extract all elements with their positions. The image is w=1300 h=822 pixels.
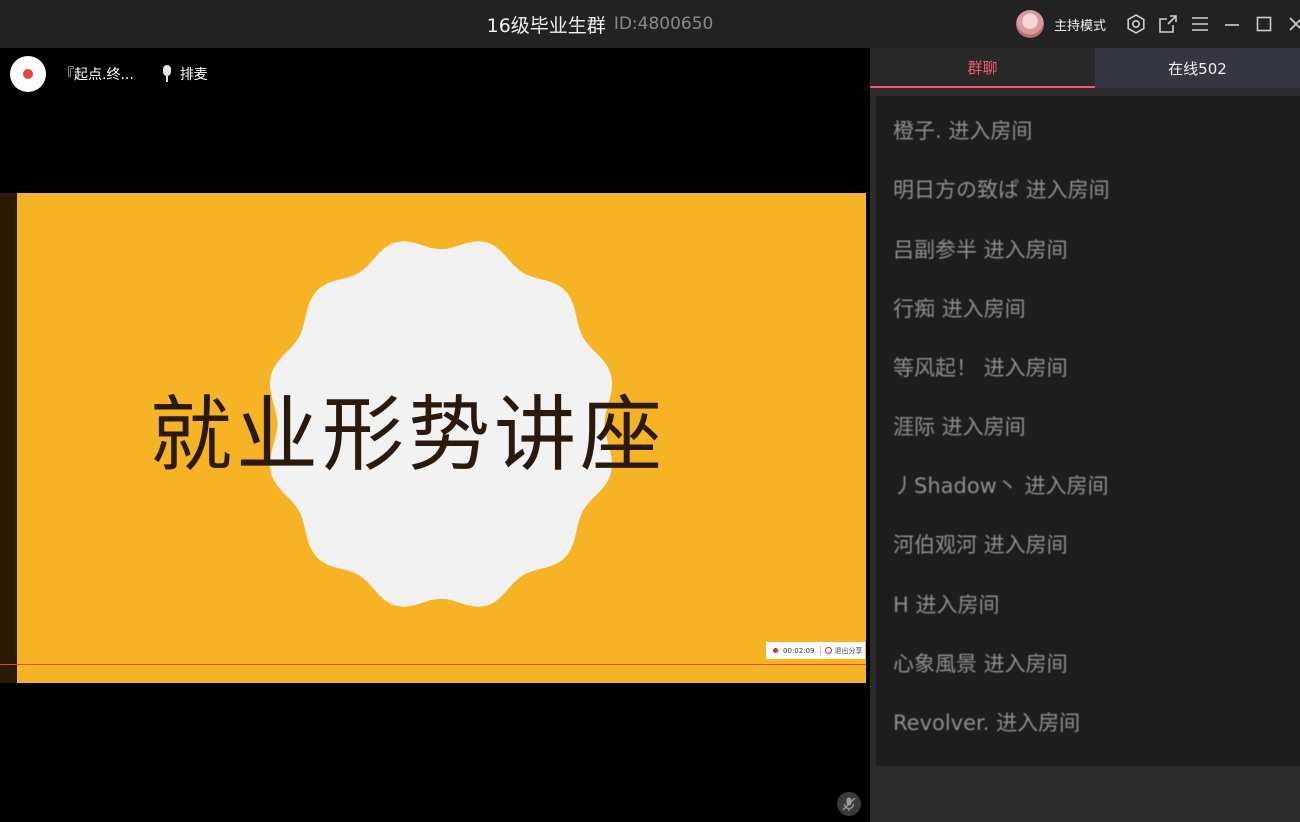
list-item: 明日方の致ぱ 进入房间 [893,178,1110,202]
list-item: 吕副参半 进入房间 [893,238,1068,262]
exit-share-button[interactable]: 退出分享 [820,645,863,656]
video-stage: 『起点.终... 排麦 就业形势讲座 00:02:09 退出分享 [0,48,870,822]
host-info: 『起点.终... 排麦 [10,56,208,92]
chat-panel: 群聊 在线502 橙子. 进入房间 明日方の致ぱ 进入房间 吕副参半 进入房间 … [870,48,1300,822]
close-icon[interactable] [1286,14,1300,34]
host-name[interactable]: 『起点.终... [60,64,134,84]
list-item: H 进入房间 [893,593,1000,617]
gear-icon[interactable] [1126,14,1146,34]
slide-progress-line [0,664,866,665]
room-id: ID:4800650 [613,14,714,34]
mic-queue-label: 排麦 [179,67,208,83]
recording-bar: 00:02:09 退出分享 [766,642,865,659]
host-mode-button[interactable]: 主持模式 [1054,15,1106,34]
tab-online[interactable]: 在线502 [1095,48,1300,88]
hamburger-menu-icon[interactable] [1190,14,1210,34]
list-item: 橙子. 进入房间 [893,119,1033,143]
power-icon [825,647,833,654]
user-avatar[interactable] [1015,10,1044,38]
slide-left-edge [0,193,17,683]
tab-group-chat[interactable]: 群聊 [870,48,1095,88]
list-item: 涯际 进入房间 [893,415,1026,439]
recording-dot-icon [773,648,778,653]
microphone-icon [162,65,171,82]
exit-share-label: 退出分享 [834,646,863,655]
slide-title: 就业形势讲座 [150,388,667,483]
microphone-muted-icon[interactable] [837,792,861,816]
list-item: 心象風景 进入房间 [893,652,1068,676]
host-avatar[interactable] [10,56,46,92]
list-item: Revolver. 进入房间 [893,711,1081,735]
recording-time: 00:02:09 [783,646,815,655]
maximize-icon[interactable] [1254,14,1274,34]
window-title: 16级毕业生群 [486,14,606,37]
title-bar-controls: 主持模式 [1015,0,1300,48]
avatar-image [23,69,33,79]
list-item: 行痴 进入房间 [893,297,1026,321]
panel-tabs: 群聊 在线502 [870,48,1300,88]
minimize-icon[interactable] [1222,14,1242,34]
mic-queue-button[interactable]: 排麦 [160,64,208,84]
external-window-icon[interactable] [1158,14,1178,34]
shared-slide: 就业形势讲座 00:02:09 退出分享 [0,193,866,683]
list-item: 等风起！ 进入房间 [893,356,1068,380]
chat-message-list[interactable]: 橙子. 进入房间 明日方の致ぱ 进入房间 吕副参半 进入房间 行痴 进入房间 等… [876,96,1300,766]
list-item: 丿Shadow丶 进入房间 [893,474,1109,498]
list-item: 河伯观河 进入房间 [893,533,1068,557]
title-bar: 16级毕业生群 ID:4800650 主持模式 [0,0,1300,48]
